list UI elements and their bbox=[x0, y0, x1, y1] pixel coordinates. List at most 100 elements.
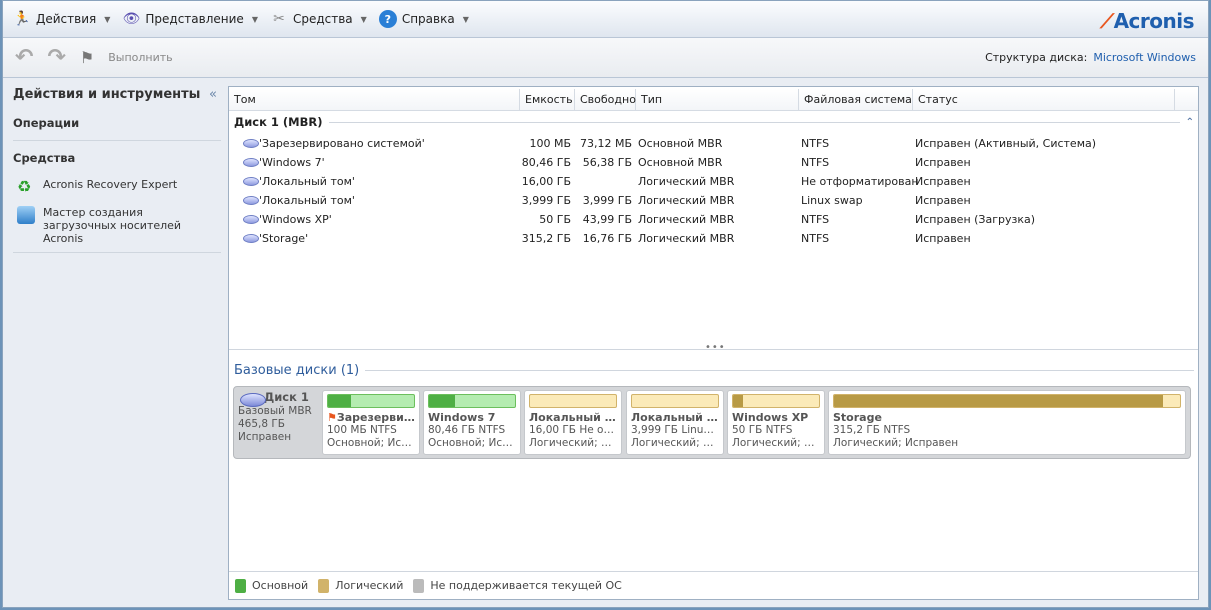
table-row[interactable]: 'Windows XP' 50 ГБ 43,99 ГБ Логический MBR N… bbox=[229, 210, 1198, 229]
operations-heading: Операции bbox=[13, 116, 80, 130]
volume-icon bbox=[243, 158, 259, 167]
legend: Основной Логический Не поддерживается те… bbox=[229, 571, 1198, 599]
volume-icon bbox=[243, 215, 259, 224]
flag-icon: ⚑ bbox=[327, 411, 337, 424]
partition-block[interactable]: ⚑Зарезервир... 100 МБ NTFS Основной; Исп… bbox=[322, 390, 420, 455]
cell-volume: 'Windows XP' bbox=[259, 213, 332, 226]
partition-info: 50 ГБ NTFS bbox=[732, 424, 793, 436]
cell-type: Логический MBR bbox=[638, 232, 735, 245]
partition-kind: Логический; И... bbox=[631, 437, 719, 449]
disk-icon bbox=[240, 393, 266, 407]
cell-status: Исправен bbox=[915, 232, 971, 245]
commit-button[interactable]: Выполнить bbox=[108, 51, 172, 64]
monitor-disc-icon bbox=[17, 206, 35, 224]
cell-filesystem: NTFS bbox=[801, 156, 830, 169]
menu-tools[interactable]: ✂ Средства ▼ bbox=[270, 10, 367, 28]
bootable-media-builder-link[interactable]: Мастер создания загрузочных носителей Ac… bbox=[9, 201, 225, 250]
redo-icon[interactable]: ↷ bbox=[47, 45, 65, 70]
partition-name: Storage bbox=[833, 411, 882, 424]
acronis-logo: ⟋Acronis bbox=[1100, 9, 1194, 33]
cell-capacity: 16,00 ГБ bbox=[521, 175, 571, 188]
partition-info: 80,46 ГБ NTFS bbox=[428, 424, 506, 436]
disk-label[interactable]: Диск 1 Базовый MBR 465,8 ГБ Исправен bbox=[238, 391, 320, 444]
cell-type: Основной MBR bbox=[638, 156, 723, 169]
collapse-up-icon[interactable]: ⌃ bbox=[1186, 117, 1194, 128]
table-header: Том Емкость Свободно Тип Файловая систем… bbox=[229, 89, 1198, 111]
chevron-down-icon: ▼ bbox=[104, 14, 111, 24]
legend-unsupported: Не поддерживается текущей ОС bbox=[413, 578, 622, 593]
table-row[interactable]: 'Зарезервировано системой' 100 МБ 73,12 МБ… bbox=[229, 134, 1198, 153]
partition-name: Windows 7 bbox=[428, 411, 496, 424]
partition-info: 100 МБ NTFS bbox=[327, 424, 397, 436]
cell-volume: 'Windows 7' bbox=[259, 156, 325, 169]
volume-icon bbox=[243, 177, 259, 186]
partition-info: 16,00 ГБ Не от... bbox=[529, 424, 617, 436]
tools-heading: Средства bbox=[13, 151, 76, 165]
partition-block[interactable]: Windows XP 50 ГБ NTFS Логический; И... bbox=[727, 390, 825, 455]
disk-structure-link[interactable]: Microsoft Windows bbox=[1093, 51, 1196, 64]
usage-bar bbox=[428, 394, 516, 408]
basic-disks-heading: Базовые диски (1) bbox=[234, 363, 1194, 378]
left-panel: Действия и инструменты « Операции Средств… bbox=[9, 81, 225, 601]
table-row[interactable]: 'Локальный том' 16,00 ГБ Логический MBR Не … bbox=[229, 172, 1198, 191]
cell-free: 73,12 МБ bbox=[579, 137, 632, 150]
menu-help[interactable]: ? Справка ▼ bbox=[378, 10, 469, 28]
partition-block[interactable]: Windows 7 80,46 ГБ NTFS Основной; Исп... bbox=[423, 390, 521, 455]
cell-type: Основной MBR bbox=[638, 137, 723, 150]
partition-block[interactable]: Локальный т... 16,00 ГБ Не от... Логичес… bbox=[524, 390, 622, 455]
tools-icon: ✂ bbox=[273, 11, 285, 27]
chevron-down-icon: ▼ bbox=[462, 14, 469, 24]
cell-type: Логический MBR bbox=[638, 213, 735, 226]
collapse-icon[interactable]: « bbox=[209, 87, 217, 102]
menu-bar: 🏃 Действия ▼ 👁 Представление ▼ ✂ Средства ▼ ? С… bbox=[3, 1, 1208, 38]
menu-actions[interactable]: 🏃 Действия ▼ bbox=[13, 10, 110, 28]
cell-filesystem: NTFS bbox=[801, 232, 830, 245]
cell-filesystem: Linux swap bbox=[801, 194, 863, 207]
cell-capacity: 3,999 ГБ bbox=[521, 194, 571, 207]
col-free[interactable]: Свободно bbox=[575, 89, 636, 111]
undo-icon[interactable]: ↶ bbox=[15, 45, 33, 70]
col-status[interactable]: Статус bbox=[913, 89, 1175, 111]
partition-kind: Основной; Исп... bbox=[428, 437, 516, 449]
cell-filesystem: NTFS bbox=[801, 213, 830, 226]
cell-capacity: 315,2 ГБ bbox=[521, 232, 571, 245]
col-volume[interactable]: Том bbox=[229, 89, 520, 111]
partition-block[interactable]: Локальный т... 3,999 ГБ Linux ... Логиче… bbox=[626, 390, 724, 455]
usage-bar bbox=[327, 394, 415, 408]
usage-bar bbox=[833, 394, 1181, 408]
cell-filesystem: Не отформатирован bbox=[801, 175, 919, 188]
splitter[interactable] bbox=[229, 349, 1198, 350]
partition-block[interactable]: Storage 315,2 ГБ NTFS Логический; Исправ… bbox=[828, 390, 1186, 455]
disk-group-header: Диск 1 (MBR) ⌃ bbox=[234, 115, 1194, 129]
table-row[interactable]: 'Локальный том' 3,999 ГБ 3,999 ГБ Логически… bbox=[229, 191, 1198, 210]
partition-kind: Логический; И... bbox=[529, 437, 617, 449]
checkered-flag-icon[interactable]: ⚑ bbox=[80, 48, 94, 67]
col-filesystem[interactable]: Файловая система bbox=[799, 89, 913, 111]
cell-capacity: 80,46 ГБ bbox=[521, 156, 571, 169]
cell-status: Исправен bbox=[915, 156, 971, 169]
cell-capacity: 100 МБ bbox=[529, 137, 571, 150]
menu-view[interactable]: 👁 Представление ▼ bbox=[122, 10, 258, 28]
col-type[interactable]: Тип bbox=[636, 89, 799, 111]
table-row[interactable]: 'Storage' 315,2 ГБ 16,76 ГБ Логический MBR N… bbox=[229, 229, 1198, 248]
legend-logical: Логический bbox=[318, 578, 403, 593]
cell-free: 43,99 ГБ bbox=[582, 213, 632, 226]
cell-volume: 'Локальный том' bbox=[259, 175, 355, 188]
col-capacity[interactable]: Емкость bbox=[520, 89, 575, 111]
cell-status: Исправен bbox=[915, 194, 971, 207]
app-window: 🏃 Действия ▼ 👁 Представление ▼ ✂ Средства ▼ ? С… bbox=[2, 0, 1209, 608]
divider bbox=[13, 252, 221, 253]
partition-name: Локальный т... bbox=[631, 411, 719, 424]
panel-title: Действия и инструменты bbox=[13, 87, 201, 102]
chevron-down-icon: ▼ bbox=[360, 14, 367, 24]
divider bbox=[13, 140, 221, 141]
volume-icon bbox=[243, 234, 259, 243]
cell-type: Логический MBR bbox=[638, 175, 735, 188]
table-row[interactable]: 'Windows 7' 80,46 ГБ 56,38 ГБ Основной MBR N… bbox=[229, 153, 1198, 172]
recycle-icon: ♻ bbox=[17, 177, 32, 196]
recovery-expert-link[interactable]: ♻ Acronis Recovery Expert bbox=[9, 173, 225, 201]
partition-info: 315,2 ГБ NTFS bbox=[833, 424, 911, 436]
cell-capacity: 50 ГБ bbox=[539, 213, 571, 226]
splitter-grip[interactable]: ••• bbox=[705, 342, 726, 353]
disk-map: Диск 1 Базовый MBR 465,8 ГБ Исправен ⚑За… bbox=[233, 386, 1191, 459]
